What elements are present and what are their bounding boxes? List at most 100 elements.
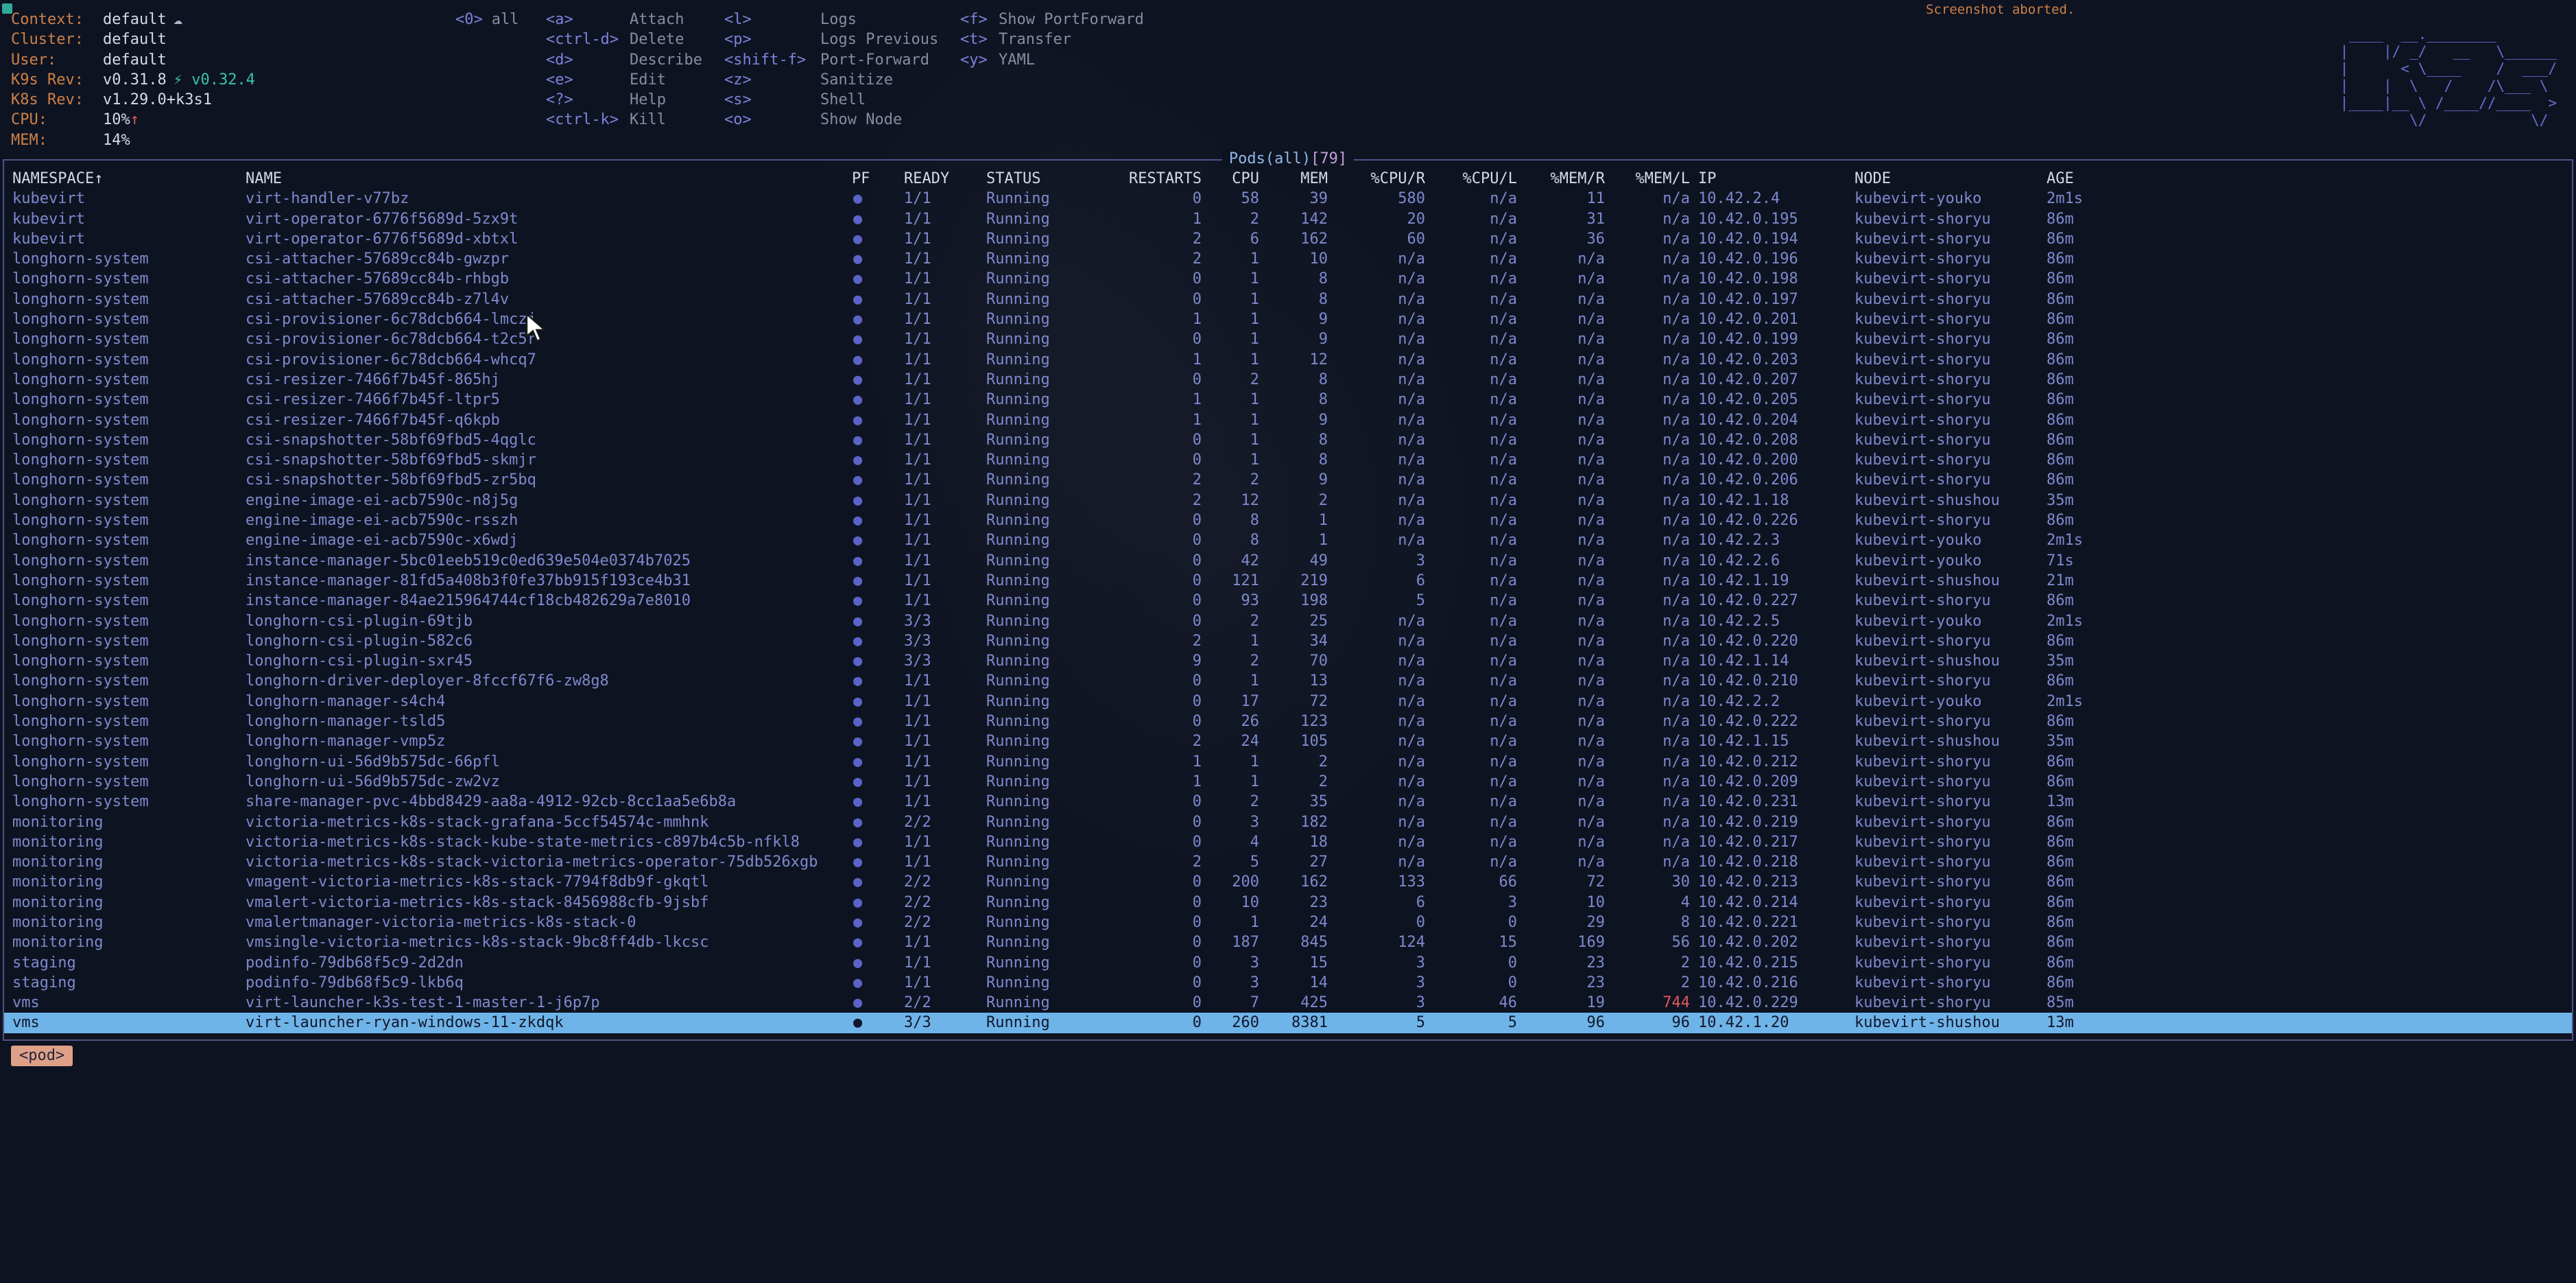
cell: Running	[986, 792, 1119, 812]
cell: n/a	[1605, 651, 1690, 671]
column-header-mem[interactable]: MEM	[1259, 169, 1328, 189]
menu-item-logs-previous[interactable]: <p>Logs Previous	[724, 30, 938, 49]
column-header-age[interactable]: AGE	[2047, 169, 2572, 189]
cell: 86m	[2047, 510, 2572, 530]
table-row[interactable]: monitoringvmalertmanager-victoria-metric…	[4, 913, 2572, 932]
table-row[interactable]: longhorn-systeminstance-manager-81fd5a40…	[4, 571, 2572, 591]
column-header-mem-l[interactable]: %MEM/L	[1605, 169, 1690, 189]
table-row[interactable]: stagingpodinfo-79db68f5c9-2d2dn●1/1Runni…	[4, 953, 2572, 973]
column-header-cpu-l[interactable]: %CPU/L	[1425, 169, 1517, 189]
menu-item-attach[interactable]: <a>Attach	[546, 10, 702, 30]
table-row[interactable]: stagingpodinfo-79db68f5c9-lkb6q●1/1Runni…	[4, 973, 2572, 993]
menu-item-show-portforward[interactable]: <f>Show PortForward	[960, 10, 1144, 30]
table-row[interactable]: longhorn-systemcsi-attacher-57689cc84b-r…	[4, 269, 2572, 289]
column-header-ip[interactable]: IP	[1690, 169, 1855, 189]
column-header-mem-r[interactable]: %MEM/R	[1517, 169, 1605, 189]
table-row[interactable]: longhorn-systemcsi-provisioner-6c78dcb66…	[4, 309, 2572, 329]
cell: 2	[1119, 249, 1202, 269]
cell: kubevirt-shoryu	[1855, 711, 2047, 731]
table-row[interactable]: monitoringvictoria-metrics-k8s-stack-kub…	[4, 832, 2572, 852]
table-row[interactable]: longhorn-systemcsi-snapshotter-58bf69fbd…	[4, 470, 2572, 490]
column-header-node[interactable]: NODE	[1855, 169, 2047, 189]
cell: 35m	[2047, 651, 2572, 671]
table-row[interactable]: longhorn-systemcsi-provisioner-6c78dcb66…	[4, 350, 2572, 370]
table-row[interactable]: longhorn-systemcsi-attacher-57689cc84b-z…	[4, 290, 2572, 309]
menu-item-edit[interactable]: <e>Edit	[546, 70, 702, 90]
menu-item-sanitize[interactable]: <z>Sanitize	[724, 70, 938, 90]
port-forward-dot-icon: ●	[852, 812, 904, 832]
table-row[interactable]: vmsvirt-launcher-ryan-windows-11-zkdqk●3…	[4, 1013, 2572, 1033]
info-value: default	[103, 11, 167, 28]
column-header-cpu-r[interactable]: %CPU/R	[1328, 169, 1425, 189]
menu-item-transfer[interactable]: <t>Transfer	[960, 30, 1144, 49]
menu-item-all[interactable]: <0>all	[455, 10, 519, 30]
column-header-pf[interactable]: PF	[852, 169, 904, 189]
table-row[interactable]: longhorn-systemlonghorn-manager-tsld5●1/…	[4, 711, 2572, 731]
cell: 2/2	[904, 812, 986, 832]
table-row[interactable]: kubevirtvirt-operator-6776f5689d-5zx9t●1…	[4, 209, 2572, 229]
table-row[interactable]: longhorn-systemlonghorn-csi-plugin-sxr45…	[4, 651, 2572, 671]
table-row[interactable]: longhorn-systemcsi-resizer-7466f7b45f-86…	[4, 370, 2572, 390]
table-row[interactable]: monitoringvmsingle-victoria-metrics-k8s-…	[4, 932, 2572, 952]
table-row[interactable]: monitoringvictoria-metrics-k8s-stack-vic…	[4, 852, 2572, 872]
table-row[interactable]: kubevirtvirt-operator-6776f5689d-xbtxl●1…	[4, 229, 2572, 249]
table-row[interactable]: vmsvirt-launcher-k3s-test-1-master-1-j6p…	[4, 993, 2572, 1013]
info-value: v0.31.8	[103, 71, 167, 89]
column-header-namespace[interactable]: NAMESPACE↑	[12, 169, 246, 189]
menu-item-delete[interactable]: <ctrl-d>Delete	[546, 30, 702, 49]
table-row[interactable]: longhorn-systemcsi-snapshotter-58bf69fbd…	[4, 430, 2572, 450]
table-row[interactable]: longhorn-systemcsi-provisioner-6c78dcb66…	[4, 329, 2572, 349]
cell: 2	[1259, 491, 1328, 510]
table-row[interactable]: longhorn-systemlonghorn-manager-vmp5z●1/…	[4, 731, 2572, 751]
cell: 1	[1202, 269, 1259, 289]
cell: 1/1	[904, 290, 986, 309]
table-row[interactable]: longhorn-systemcsi-resizer-7466f7b45f-lt…	[4, 390, 2572, 410]
table-row[interactable]: longhorn-systemengine-image-ei-acb7590c-…	[4, 510, 2572, 530]
table-row[interactable]: longhorn-systemlonghorn-driver-deployer-…	[4, 671, 2572, 691]
menu-desc: Help	[630, 91, 666, 108]
cell: 0	[1119, 812, 1202, 832]
table-row[interactable]: longhorn-systemlonghorn-csi-plugin-69tjb…	[4, 611, 2572, 631]
cell: kubevirt-shoryu	[1855, 932, 2047, 952]
cell: n/a	[1605, 450, 1690, 470]
table-row[interactable]: longhorn-systemlonghorn-ui-56d9b575dc-zw…	[4, 772, 2572, 792]
cell: 8	[1259, 269, 1328, 289]
column-header-cpu[interactable]: CPU	[1202, 169, 1259, 189]
column-header-status[interactable]: STATUS	[986, 169, 1119, 189]
table-row[interactable]: longhorn-systemcsi-snapshotter-58bf69fbd…	[4, 450, 2572, 470]
menu-item-describe[interactable]: <d>Describe	[546, 50, 702, 70]
table-row[interactable]: monitoringvmagent-victoria-metrics-k8s-s…	[4, 872, 2572, 892]
cell: 71s	[2047, 551, 2572, 571]
table-row[interactable]: monitoringvictoria-metrics-k8s-stack-gra…	[4, 812, 2572, 832]
breadcrumb-pod[interactable]: <pod>	[11, 1046, 73, 1066]
cell: 10.42.0.207	[1690, 370, 1855, 390]
column-header-ready[interactable]: READY	[904, 169, 986, 189]
table-row[interactable]: longhorn-systemlonghorn-csi-plugin-582c6…	[4, 631, 2572, 651]
cell: 1	[1119, 309, 1202, 329]
cell: kubevirt-shoryu	[1855, 290, 2047, 309]
table-row[interactable]: longhorn-systemengine-image-ei-acb7590c-…	[4, 530, 2572, 550]
menu-item-port-forward[interactable]: <shift-f>Port-Forward	[724, 50, 938, 70]
table-row[interactable]: longhorn-systemlonghorn-ui-56d9b575dc-66…	[4, 752, 2572, 772]
cell: Running	[986, 551, 1119, 571]
table-row[interactable]: kubevirtvirt-handler-v77bz●1/1Running058…	[4, 189, 2572, 209]
menu-item-yaml[interactable]: <y>YAML	[960, 50, 1144, 70]
menu-item-kill[interactable]: <ctrl-k>Kill	[546, 110, 702, 130]
cell: 13m	[2047, 792, 2572, 812]
column-header-restarts[interactable]: RESTARTS	[1119, 169, 1202, 189]
table-row[interactable]: longhorn-systemengine-image-ei-acb7590c-…	[4, 491, 2572, 510]
menu-item-help[interactable]: <?>Help	[546, 90, 702, 110]
table-row[interactable]: longhorn-systeminstance-manager-84ae2159…	[4, 591, 2572, 611]
table-row[interactable]: longhorn-systemcsi-attacher-57689cc84b-g…	[4, 249, 2572, 269]
table-row[interactable]: longhorn-systeminstance-manager-5bc01eeb…	[4, 551, 2572, 571]
menu-item-shell[interactable]: <s>Shell	[724, 90, 938, 110]
menu-item-show-node[interactable]: <o>Show Node	[724, 110, 938, 130]
table-row[interactable]: monitoringvmalert-victoria-metrics-k8s-s…	[4, 893, 2572, 913]
column-header-name[interactable]: NAME	[246, 169, 852, 189]
cell: 133	[1328, 872, 1425, 892]
menu-item-logs[interactable]: <l>Logs	[724, 10, 938, 30]
table-row[interactable]: longhorn-systemlonghorn-manager-s4ch4●1/…	[4, 692, 2572, 711]
cell: Running	[986, 571, 1119, 591]
table-row[interactable]: longhorn-systemshare-manager-pvc-4bbd842…	[4, 792, 2572, 812]
table-row[interactable]: longhorn-systemcsi-resizer-7466f7b45f-q6…	[4, 410, 2572, 430]
